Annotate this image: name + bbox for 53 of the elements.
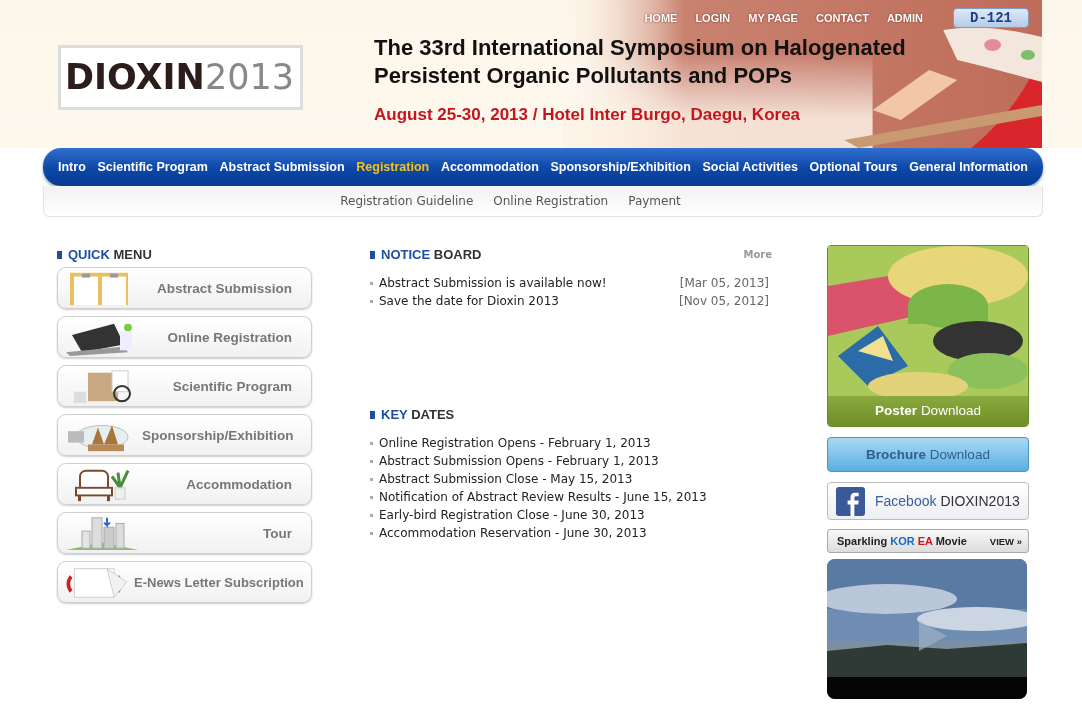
section-title: KEY DATES <box>381 407 455 422</box>
page-title: The 33rd International Symposium on Halogenated Persistent Organic Pollutants and POPs <box>374 34 907 90</box>
logo[interactable]: DIOXIN2013 <box>58 45 303 110</box>
quick-menu-button[interactable]: Online Registration <box>57 316 312 358</box>
countdown-badge: D-121 <box>953 8 1029 28</box>
bullet-icon <box>370 299 373 303</box>
key-date: Abstract Submission Close - May 15, 2013 <box>379 472 633 486</box>
bullet-icon <box>370 459 373 463</box>
key-date: Notification of Abstract Review Results - June 15, 2013 <box>379 490 707 504</box>
facebook-icon <box>836 486 865 516</box>
bullet-icon <box>370 281 373 285</box>
quick-menu-button[interactable]: Abstract Submission <box>57 267 312 309</box>
nav-item[interactable]: Scientific Program <box>97 160 208 174</box>
brochure-download-button[interactable]: Brochure Download <box>827 437 1029 472</box>
bullet-icon <box>370 531 373 535</box>
bullet-icon <box>57 250 62 259</box>
nav-item[interactable]: Intro <box>58 160 86 174</box>
key-date: Accommodation Reservation - June 30, 2013 <box>379 526 647 540</box>
nav-item[interactable]: Registration <box>356 160 430 174</box>
quick-menu-button[interactable]: Tour <box>57 512 312 554</box>
quick-menu-button[interactable]: Accommodation <box>57 463 312 505</box>
nav-item[interactable]: Abstract Submission <box>219 160 345 174</box>
nav-item[interactable]: Accommodation <box>440 160 539 174</box>
key-date: Online Registration Opens - February 1, 2013 <box>379 436 651 450</box>
quick-menu-button[interactable]: Sponsorship/Exhibition <box>57 414 312 456</box>
event-date-venue: August 25-30, 2013 / Hotel Inter Burgo, Daegu, Korea <box>374 105 802 125</box>
bullet-icon <box>370 495 373 499</box>
quick-menu-button[interactable]: Scientific Program <box>57 365 312 407</box>
bullet-icon <box>370 513 373 517</box>
notice-link[interactable]: Abstract Submission is available now! <box>379 276 607 290</box>
sub-nav-item[interactable]: Registration Guideline <box>340 194 474 208</box>
quick-menu-button[interactable]: E-News Letter Subscription <box>57 561 312 603</box>
bullet-icon <box>370 410 375 419</box>
view-link[interactable]: VIEW » <box>989 535 1022 547</box>
movie-title: Sparkling KOR EA Movie <box>837 535 967 547</box>
nav-item[interactable]: General Information <box>909 160 1028 174</box>
top-link[interactable]: ADMIN <box>877 12 932 24</box>
sub-nav-item[interactable]: Payment <box>628 194 681 208</box>
bullet-icon <box>370 477 373 481</box>
key-date: Abstract Submission Opens - February 1, 2013 <box>379 454 659 468</box>
notice-link[interactable]: Save the date for Dioxin 2013 <box>379 294 559 308</box>
sub-nav-item[interactable]: Online Registration <box>493 194 609 208</box>
facebook-button[interactable]: Facebook DIOXIN2013 <box>827 482 1029 520</box>
nav-item[interactable]: Social Activities <box>702 160 798 174</box>
bullet-icon <box>370 250 375 259</box>
nav-item[interactable]: Sponsorship/Exhibition <box>550 160 691 174</box>
notice-date: [Nov 05, 2012] <box>678 294 770 308</box>
key-date: Early-bird Registration Close - June 30, 2013 <box>379 508 645 522</box>
bullet-icon <box>370 441 373 445</box>
section-title: NOTICE BOARD <box>381 247 482 262</box>
notice-date: [Mar 05, 2013] <box>679 276 770 290</box>
nav-item[interactable]: Optional Tours <box>809 160 898 174</box>
section-title: QUICK MENU <box>68 247 152 262</box>
